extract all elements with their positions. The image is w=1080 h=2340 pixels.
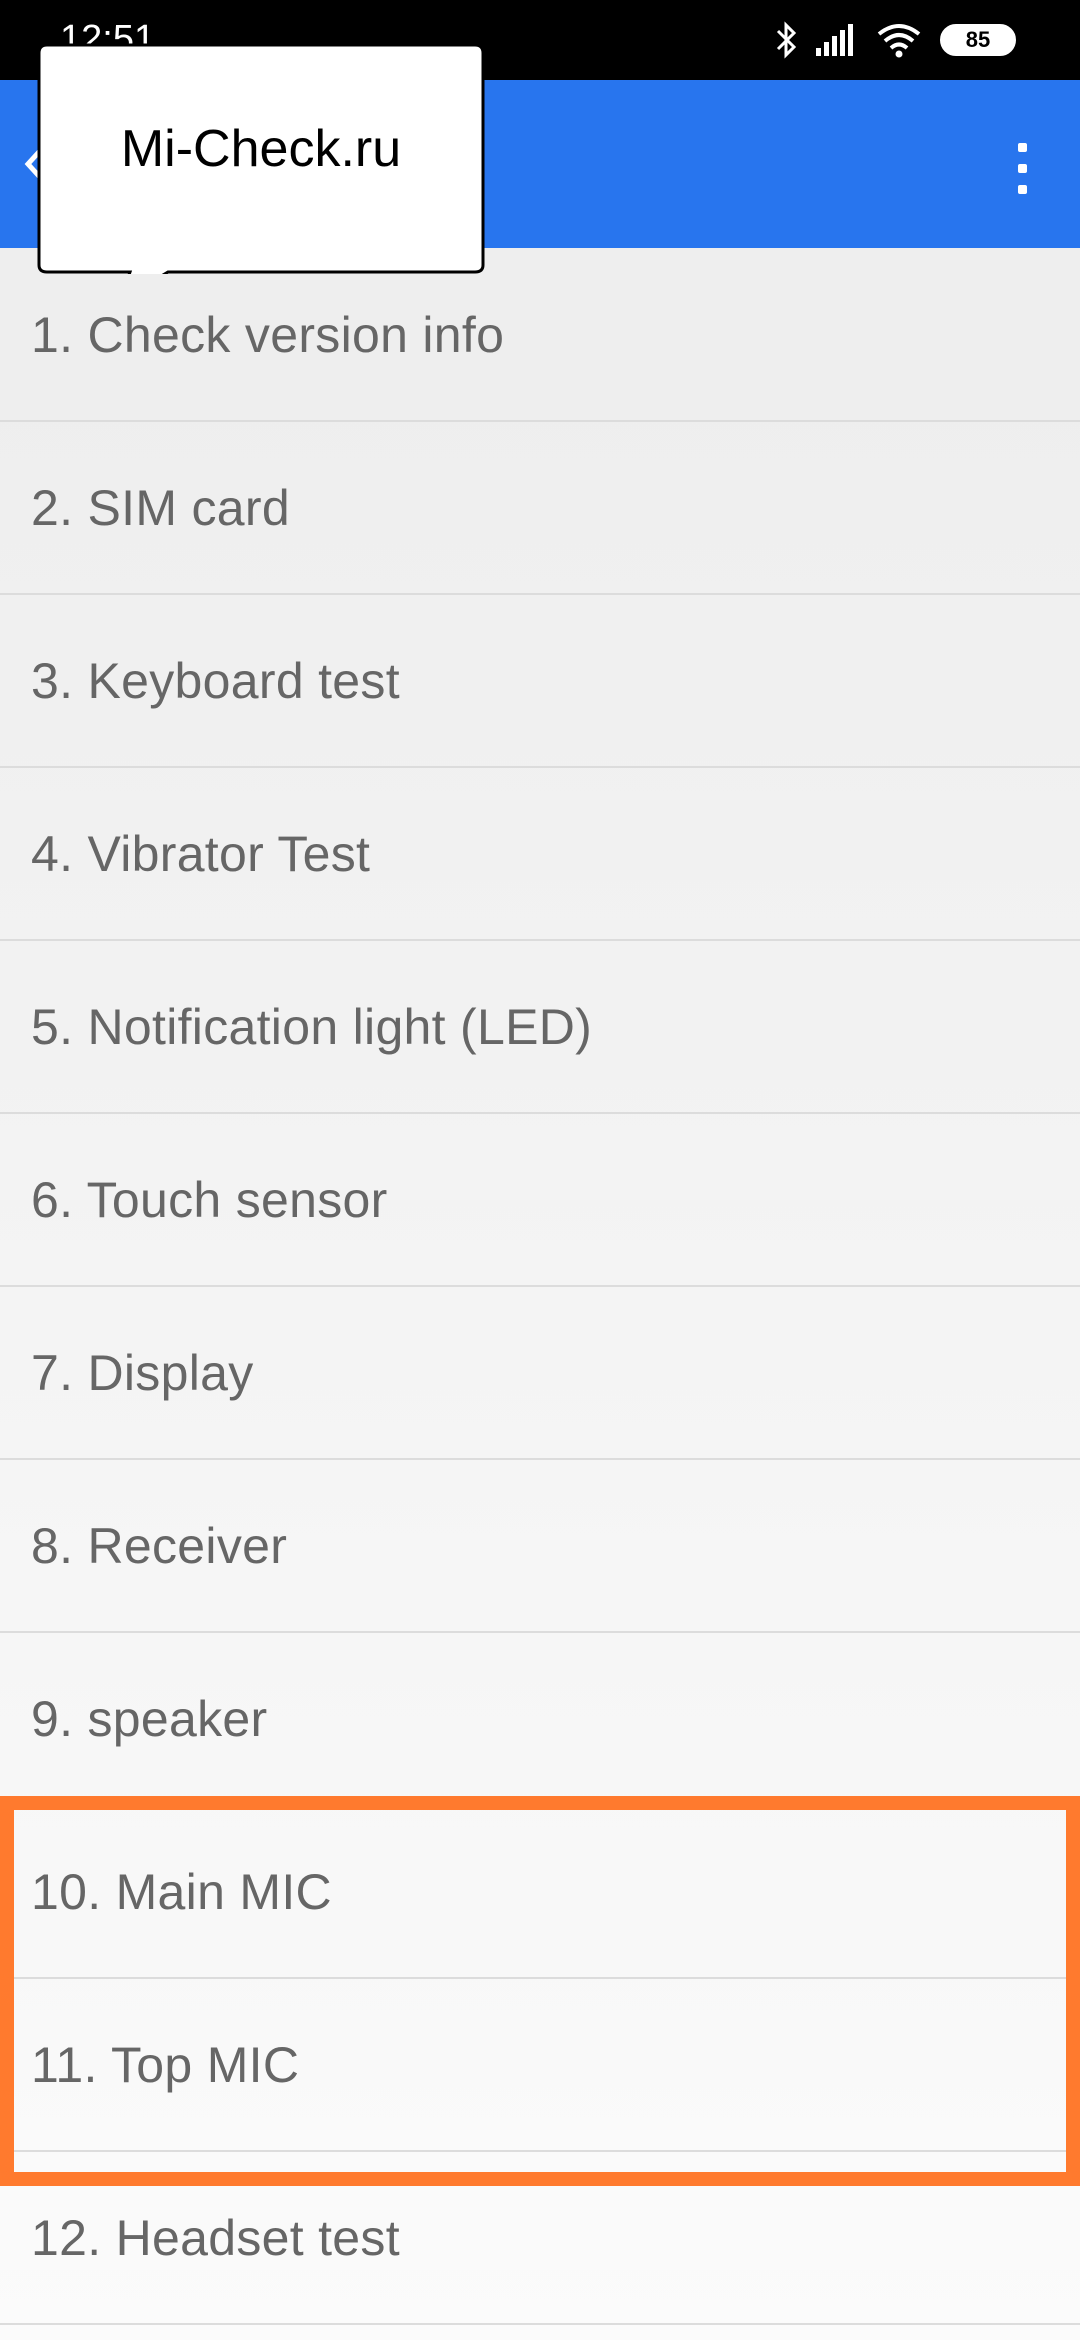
test-item-label: 7. Display [31,1344,254,1401]
wifi-icon [877,24,921,58]
test-item-main-mic[interactable]: 10. Main MIC [0,1806,1080,1979]
test-item-notification-light[interactable]: 5. Notification light (LED) [0,941,1080,1114]
menu-dot [1017,142,1027,152]
test-item-receiver[interactable]: 8. Receiver [0,1460,1080,1633]
test-item-label: 4. Vibrator Test [31,825,371,882]
test-item-label: 8. Receiver [31,1517,288,1574]
test-item-vibrator-test[interactable]: 4. Vibrator Test [0,768,1080,941]
menu-dot [1017,184,1027,194]
test-item-label: 5. Notification light (LED) [31,998,593,1055]
test-item-sim-card[interactable]: 2. SIM card [0,422,1080,595]
test-item-speaker[interactable]: 9. speaker [0,1633,1080,1806]
watermark-callout: Mi-Check.ru [37,43,485,274]
overflow-menu-icon[interactable] [992,128,1052,208]
test-item-label: 9. speaker [31,1690,268,1747]
battery-icon: 85 [940,24,1016,56]
bluetooth-icon [776,21,797,59]
test-item-display[interactable]: 7. Display [0,1287,1080,1460]
test-item-label: 2. SIM card [31,479,290,536]
test-list: 1. Check version info 2. SIM card 3. Key… [0,249,1080,2325]
test-item-label: 3. Keyboard test [31,652,400,709]
test-item-check-version-info[interactable]: 1. Check version info [0,249,1080,422]
status-icons: 85 [776,14,1016,66]
test-item-label: 11. Top MIC [31,2036,300,2093]
test-item-keyboard-test[interactable]: 3. Keyboard test [0,595,1080,768]
screen: 12:51 85 1. Check version info 2. SIM ca… [0,0,1080,2340]
battery-level: 85 [965,27,991,52]
watermark-text: Mi-Check.ru [120,120,402,178]
test-item-headset-test[interactable]: 12. Headset test [0,2152,1080,2325]
menu-dot [1017,163,1027,173]
test-item-label: 10. Main MIC [31,1863,332,1920]
test-item-touch-sensor[interactable]: 6. Touch sensor [0,1114,1080,1287]
test-item-label: 12. Headset test [31,2209,400,2266]
test-item-label: 6. Touch sensor [31,1171,388,1228]
test-item-label: 1. Check version info [31,306,505,363]
signal-icon [816,24,853,56]
test-item-top-mic[interactable]: 11. Top MIC [0,1979,1080,2152]
